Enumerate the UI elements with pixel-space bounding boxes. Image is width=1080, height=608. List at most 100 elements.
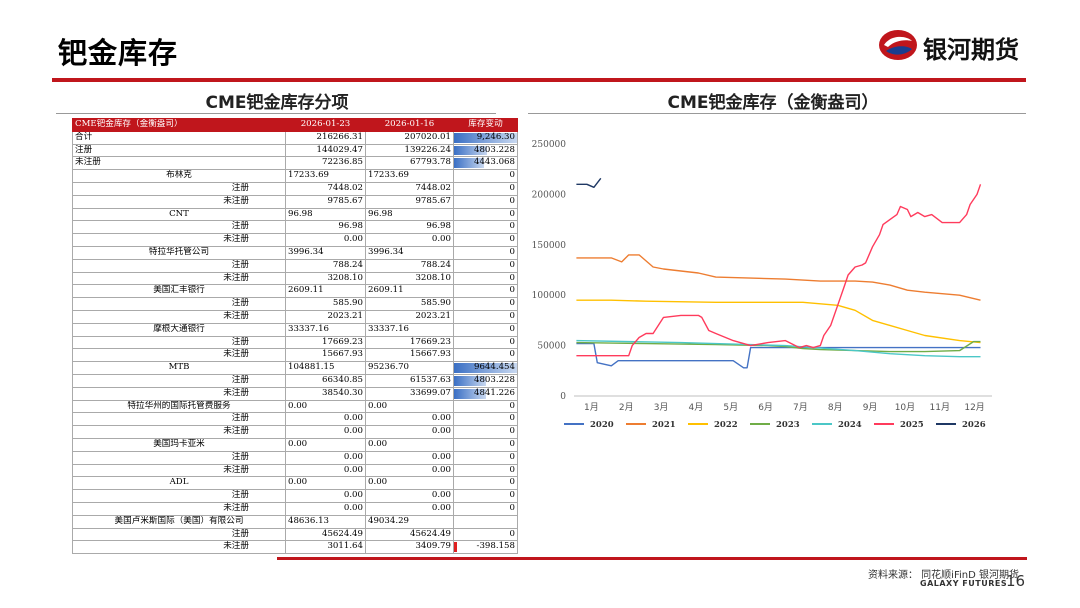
row-change-cell: 0 <box>453 489 518 503</box>
row-change-cell: 0 <box>453 271 518 286</box>
row-date2-cell: 33337.16 <box>365 322 454 337</box>
row-date1-cell: 3011.64 <box>285 540 366 555</box>
table-row: 未注册 3208.10 3208.10 0 <box>72 271 518 286</box>
table-row: 未注册 15667.93 15667.93 0 <box>72 348 518 363</box>
row-change-cell: 0 <box>453 399 518 414</box>
x-tick-label: 10月 <box>895 402 915 413</box>
row-date1-cell: 9785.67 <box>285 194 366 209</box>
table-row: 注册 66340.85 61537.63 4803.228 <box>72 373 518 388</box>
row-change-cell: 0 <box>453 463 518 478</box>
x-tick-label: 8月 <box>828 402 843 413</box>
change-value: 0 <box>509 272 515 283</box>
row-date2-cell: 33699.07 <box>365 386 454 401</box>
row-change-cell: 0 <box>453 335 518 350</box>
row-change-cell: 0 <box>453 297 518 311</box>
row-name-cell: 注册 <box>72 412 286 427</box>
legend-label-2021: 2021 <box>652 420 676 430</box>
table-header-row: CME钯金库存（金衡盎司） 2026-01-23 2026-01-16 库存变动 <box>72 118 518 132</box>
table-row: 美国卢米斯国际（美国）有限公司 48636.13 49034.29 <box>72 514 518 529</box>
row-change-cell: 0 <box>453 181 518 196</box>
page-title: 钯金库存 <box>58 36 179 70</box>
x-tick-label: 7月 <box>793 402 808 413</box>
row-date1-cell: 0.00 <box>285 463 366 478</box>
row-name-cell: 布林克 <box>72 169 286 183</box>
change-value: 0 <box>509 285 515 296</box>
row-date1-cell: 17233.69 <box>285 169 366 183</box>
row-date1-cell: 3208.10 <box>285 271 366 286</box>
table-row: 合计 216266.31 207020.01 9,246.30 <box>72 130 518 145</box>
row-change-cell: 0 <box>453 412 518 427</box>
row-date2-cell: 0.00 <box>365 233 454 247</box>
row-date1-cell: 0.00 <box>285 437 366 452</box>
row-change-cell: 4443.068 <box>453 156 518 171</box>
row-name-cell: ADL <box>72 476 286 491</box>
row-change-cell: 0 <box>453 258 518 273</box>
table-row: 未注册 2023.21 2023.21 0 <box>72 309 518 324</box>
row-name-cell: 注册 <box>72 181 286 196</box>
row-date1-cell: 0.00 <box>285 425 366 439</box>
row-name-cell: 特拉华托管公司 <box>72 245 286 260</box>
table-row: 未注册 3011.64 3409.79 -398.158 <box>72 540 518 555</box>
row-date2-cell: 96.98 <box>365 220 454 235</box>
change-value: 0 <box>509 208 515 219</box>
row-date1-cell: 0.00 <box>285 450 366 465</box>
row-date2-cell: 7448.02 <box>365 181 454 196</box>
table-row: ADL 0.00 0.00 0 <box>72 476 518 491</box>
legend-label-2020: 2020 <box>590 420 614 430</box>
table-row: 注册 585.90 585.90 0 <box>72 297 518 311</box>
row-date1-cell: 15667.93 <box>285 348 366 363</box>
row-name-cell: 未注册 <box>72 463 286 478</box>
table-row: 注册 0.00 0.00 0 <box>72 489 518 503</box>
row-change-cell: 0 <box>453 501 518 516</box>
change-value: 9,246.30 <box>476 131 515 142</box>
row-date1-cell: 0.00 <box>285 501 366 516</box>
row-date2-cell: 3208.10 <box>365 271 454 286</box>
row-name-cell: 特拉华州的国际托管费服务 <box>72 399 286 414</box>
row-name-cell: 注册 <box>72 143 286 158</box>
row-date1-cell: 2023.21 <box>285 309 366 324</box>
change-value: 0 <box>509 259 515 270</box>
row-name-cell: 未注册 <box>72 194 286 209</box>
galaxy-logo-icon <box>879 30 917 60</box>
row-date2-cell: 788.24 <box>365 258 454 273</box>
row-change-cell: 0 <box>453 322 518 337</box>
row-date1-cell: 585.90 <box>285 297 366 311</box>
row-change-cell: 9,246.30 <box>453 130 518 145</box>
row-date2-cell: 0.00 <box>365 437 454 452</box>
galaxy-futures-english: GALAXY FUTURES <box>920 579 1008 588</box>
row-change-cell: 0 <box>453 348 518 363</box>
table-row: 未注册 9785.67 9785.67 0 <box>72 194 518 209</box>
row-date2-cell: 0.00 <box>365 501 454 516</box>
row-name-cell: 注册 <box>72 297 286 311</box>
table-row: MTB 104881.15 95236.70 9644.454 <box>72 361 518 375</box>
row-date1-cell: 48636.13 <box>285 514 366 529</box>
change-value: 0 <box>509 246 515 257</box>
row-change-cell <box>453 514 518 529</box>
x-tick-label: 6月 <box>758 402 773 413</box>
row-date2-cell: 96.98 <box>365 207 454 222</box>
change-value: 0 <box>509 400 515 411</box>
row-date2-cell: 0.00 <box>365 412 454 427</box>
table-section-title: CME钯金库存分项 <box>205 93 349 113</box>
change-value: 0 <box>509 413 515 424</box>
change-value: 0 <box>509 310 515 321</box>
change-value: 0 <box>509 221 515 232</box>
row-change-cell: 0 <box>453 169 518 183</box>
row-name-cell: 注册 <box>72 489 286 503</box>
series-line-2023 <box>576 340 981 353</box>
row-date2-cell: 0.00 <box>365 399 454 414</box>
change-value: 0 <box>509 195 515 206</box>
table-row: 未注册 0.00 0.00 0 <box>72 233 518 247</box>
row-date2-cell: 0.00 <box>365 463 454 478</box>
change-value: 0 <box>509 426 515 437</box>
row-change-cell: 0 <box>453 425 518 439</box>
row-date1-cell: 38540.30 <box>285 386 366 401</box>
change-value: 0 <box>509 298 515 309</box>
legend-label-2025: 2025 <box>900 420 924 430</box>
row-name-cell: 未注册 <box>72 156 286 171</box>
row-name-cell: 未注册 <box>72 386 286 401</box>
change-value: 0 <box>509 464 515 475</box>
row-date2-cell: 207020.01 <box>365 130 454 145</box>
row-change-cell: 0 <box>453 476 518 491</box>
row-name-cell: 美国汇丰银行 <box>72 284 286 299</box>
